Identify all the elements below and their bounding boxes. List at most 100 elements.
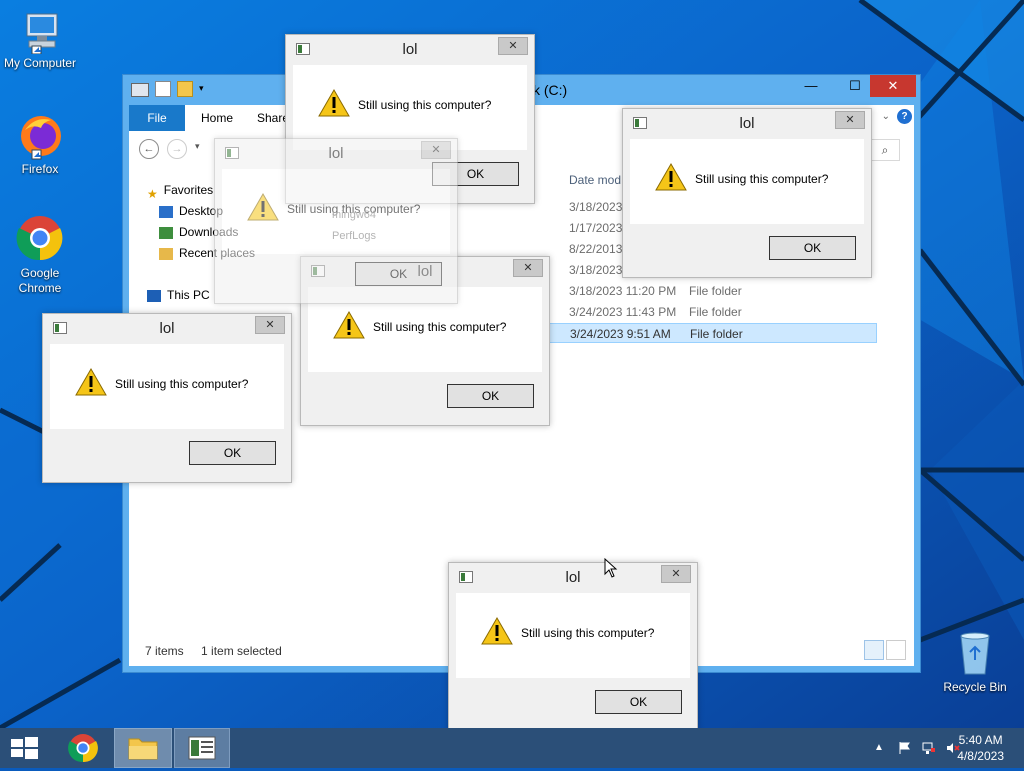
message-dialog-fading[interactable]: lol ✕ Still using this computer? mingw64…	[214, 138, 458, 304]
details-view-icon[interactable]	[864, 640, 884, 660]
clock-time: 5:40 AM	[958, 733, 1003, 747]
message-dialog[interactable]: lol ✕ Still using this computer? OK	[448, 562, 698, 732]
table-row[interactable]: 3/18/2023 11:20 PM File folder	[549, 281, 877, 301]
forward-icon[interactable]: →	[167, 139, 187, 159]
dialog-title: lol	[739, 115, 755, 132]
chrome-icon	[68, 734, 98, 763]
desktop-icon-my-computer[interactable]: My Computer	[0, 12, 80, 71]
taskbar-chrome[interactable]	[58, 728, 108, 768]
taskbar-file-explorer[interactable]	[114, 728, 172, 768]
desktop-icon-label: My Computer	[3, 56, 77, 70]
close-button[interactable]: ✕	[255, 316, 285, 334]
view-switcher	[864, 640, 906, 660]
properties-icon[interactable]	[155, 81, 171, 97]
dialog-client: Still using this computer? OK	[308, 287, 542, 418]
warning-icon	[481, 617, 513, 645]
recent-locations-icon[interactable]: ▾	[195, 141, 200, 152]
ghost-item: PerfLogs	[332, 230, 377, 242]
ok-button[interactable]: OK	[447, 384, 534, 408]
ghost-item: mingw64	[332, 209, 377, 221]
ribbon-expand-icon[interactable]: ⌄	[882, 111, 890, 122]
dialog-client: Still using this computer? OK	[50, 344, 284, 475]
explorer-title: k (C:)	[533, 82, 568, 98]
taskbar-clock[interactable]: 5:40 AM 4/8/2023	[957, 732, 1004, 764]
desktop-icon-label: Firefox	[21, 162, 59, 176]
dialog-message-area: Still using this computer?	[456, 593, 690, 678]
recycle-bin-icon	[960, 632, 990, 675]
close-button[interactable]: ✕	[661, 565, 691, 583]
dialog-message-area: Still using this computer?	[630, 139, 864, 224]
tab-home[interactable]: Home	[187, 105, 247, 131]
new-folder-icon[interactable]	[177, 81, 193, 97]
dialog-client: Still using this computer? OK	[630, 139, 864, 270]
ok-button[interactable]: OK	[595, 690, 682, 714]
message-dialog[interactable]: lol ✕ Still using this computer? OK	[622, 108, 872, 278]
minimize-button[interactable]: —	[796, 75, 826, 97]
dialog-message-area: Still using this computer?	[50, 344, 284, 429]
firefox-icon	[21, 116, 61, 160]
maximize-button[interactable]: ☐	[840, 75, 870, 97]
dialog-title-bar[interactable]: lol ✕	[286, 35, 534, 65]
large-icons-view-icon[interactable]	[886, 640, 906, 660]
dialog-title-bar[interactable]: lol ✕	[449, 563, 697, 593]
close-button[interactable]: ✕	[421, 141, 451, 159]
status-bar: 7 items 1 item selected	[145, 644, 296, 658]
table-row[interactable]: 3/24/2023 11:43 PM File folder	[549, 302, 877, 322]
ok-button[interactable]: OK	[189, 441, 276, 465]
message-dialog[interactable]: lol ✕ Still using this computer? OK	[42, 313, 292, 483]
help-icon[interactable]: ?	[897, 109, 912, 124]
desktop-icon-recycle-bin[interactable]: Recycle Bin	[935, 630, 1015, 695]
app-window-icon	[188, 736, 216, 760]
warning-icon	[655, 163, 687, 191]
dialog-message: Still using this computer?	[695, 172, 829, 186]
clock-date: 4/8/2023	[957, 749, 1004, 763]
start-button[interactable]	[0, 728, 48, 768]
desktop-icon-label: Google Chrome	[18, 266, 62, 295]
taskbar-lol-app[interactable]	[174, 728, 230, 768]
dialog-client: Still using this computer? mingw64 PerfL…	[222, 169, 450, 296]
nav-this-pc[interactable]: This PC	[147, 286, 210, 304]
ok-button[interactable]: OK	[355, 262, 442, 286]
close-button[interactable]: ✕	[498, 37, 528, 55]
drive-icon[interactable]	[131, 83, 149, 97]
dialog-title-bar[interactable]: lol ✕	[623, 109, 871, 139]
dialog-title: lol	[159, 320, 175, 337]
windows-logo-icon	[11, 737, 38, 759]
desktop-icon-firefox[interactable]: Firefox	[0, 112, 80, 177]
close-button[interactable]: ✕	[513, 259, 543, 277]
dialog-message: Still using this computer?	[521, 626, 655, 640]
close-button[interactable]: ✕	[835, 111, 865, 129]
warning-icon	[247, 193, 279, 221]
table-row-selected[interactable]: 3/24/2023 9:51 AM File folder	[549, 323, 877, 343]
action-center-flag-icon[interactable]	[898, 741, 912, 755]
dialog-message: Still using this computer?	[358, 98, 492, 112]
column-header-date-modified[interactable]: Date mod	[569, 173, 621, 187]
selection-count: 1 item selected	[201, 644, 282, 658]
show-hidden-icons-icon[interactable]: ▲	[874, 741, 888, 755]
dialog-title: lol	[402, 41, 418, 58]
back-icon[interactable]: ←	[139, 139, 159, 159]
close-button[interactable]: ✕	[870, 75, 916, 97]
my-computer-icon	[26, 13, 58, 54]
ok-button[interactable]: OK	[769, 236, 856, 260]
network-icon[interactable]	[922, 741, 936, 755]
recent-places-icon	[159, 247, 173, 260]
warning-icon	[318, 89, 350, 117]
tab-file[interactable]: File	[129, 105, 185, 131]
this-pc-icon	[147, 289, 161, 302]
warning-icon	[75, 368, 107, 396]
qat-dropdown-icon[interactable]: ▾	[199, 81, 207, 95]
quick-access-toolbar: ▾	[131, 81, 207, 97]
downloads-icon	[159, 226, 173, 239]
star-icon: ★	[147, 186, 158, 201]
nav-favorites[interactable]: ★ Favorites	[147, 181, 213, 201]
dialog-message-area: Still using this computer? mingw64 PerfL…	[222, 169, 450, 254]
desktop-folder-icon	[159, 205, 173, 218]
desktop-icon-chrome[interactable]: Google Chrome	[0, 214, 80, 296]
search-icon[interactable]: ⌕	[870, 139, 900, 161]
folder-icon	[128, 738, 158, 760]
dialog-title-bar[interactable]: lol ✕	[215, 139, 457, 169]
dialog-title-bar[interactable]: lol ✕	[43, 314, 291, 344]
chrome-icon	[16, 216, 63, 261]
taskbar: ▲ 5:40 AM 4/8/2023	[0, 728, 1024, 768]
